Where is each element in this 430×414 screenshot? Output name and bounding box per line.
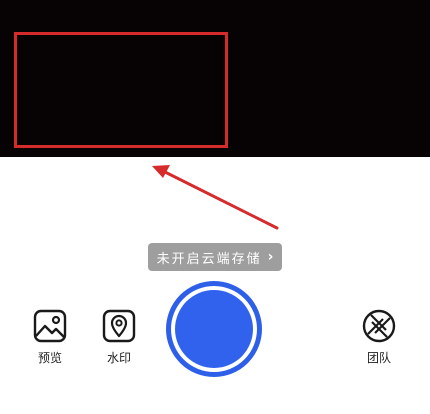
preview-label: 预览 xyxy=(37,351,62,365)
cloud-storage-notice-button[interactable]: 未开启云端存储 › xyxy=(148,243,282,271)
shutter-button[interactable] xyxy=(166,281,262,377)
map-pin-icon xyxy=(102,309,136,343)
shutter-button-core xyxy=(175,290,253,368)
image-icon xyxy=(33,309,67,343)
chevron-right-icon: › xyxy=(267,249,274,265)
camera-screen: 未开启云端存储 › 预览 水印 团队 xyxy=(0,0,430,414)
team-button[interactable]: 团队 xyxy=(354,309,404,366)
team-label: 团队 xyxy=(366,351,391,365)
camera-viewfinder[interactable] xyxy=(0,0,430,157)
annotation-highlight-box xyxy=(14,32,228,148)
cloud-storage-notice-text: 未开启云端存储 xyxy=(156,251,262,267)
aperture-icon xyxy=(362,309,396,343)
watermark-button[interactable]: 水印 xyxy=(94,309,144,366)
watermark-label: 水印 xyxy=(106,351,131,365)
preview-button[interactable]: 预览 xyxy=(25,309,75,366)
